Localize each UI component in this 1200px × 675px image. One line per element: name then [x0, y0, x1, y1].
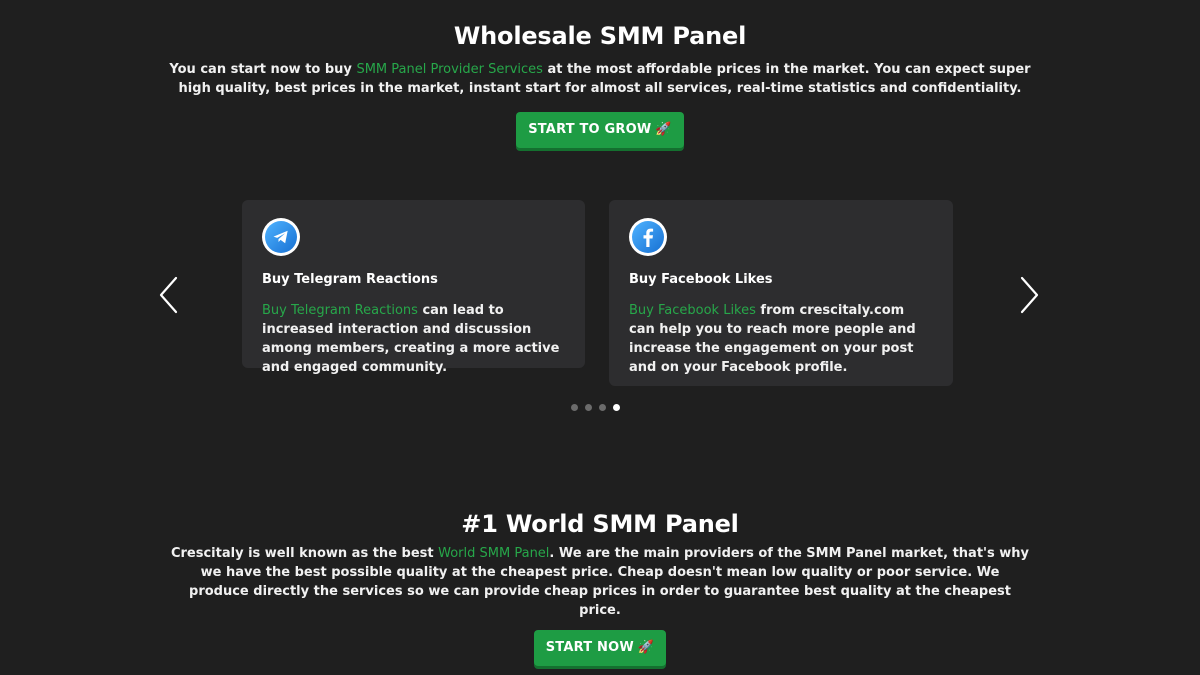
carousel-dot-2[interactable]	[585, 404, 592, 411]
world-text-before: Crescitaly is well known as the best	[170, 546, 439, 561]
buy-facebook-likes-link[interactable]: Buy Facebook Likes	[629, 303, 756, 318]
telegram-icon	[262, 218, 300, 256]
buy-telegram-reactions-link[interactable]: Buy Telegram Reactions	[262, 303, 418, 318]
card-description: Buy Facebook Likes from crescitaly.com c…	[629, 301, 933, 377]
carousel-dot-1[interactable]	[571, 404, 578, 411]
chevron-left-icon[interactable]	[157, 275, 181, 315]
hero-section: Wholesale SMM Panel You can start now to…	[0, 22, 1200, 148]
service-card-telegram[interactable]: Buy Telegram Reactions Buy Telegram Reac…	[242, 200, 585, 375]
start-now-label: START NOW	[545, 640, 634, 655]
hero-description: You can start now to buy SMM Panel Provi…	[160, 60, 1040, 98]
facebook-icon	[629, 218, 667, 256]
world-section: #1 World SMM Panel Crescitaly is well kn…	[0, 510, 1200, 666]
start-to-grow-button[interactable]: START TO GROW 🚀	[516, 112, 684, 148]
service-card-facebook[interactable]: Buy Facebook Likes Buy Facebook Likes fr…	[609, 200, 953, 386]
card-description: Buy Telegram Reactions can lead to incre…	[262, 301, 565, 377]
start-now-button[interactable]: START NOW 🚀	[533, 630, 667, 666]
carousel-pagination	[571, 404, 620, 411]
rocket-icon: 🚀	[637, 640, 655, 655]
carousel-dot-4[interactable]	[613, 404, 620, 411]
world-description: Crescitaly is well known as the best Wor…	[170, 544, 1030, 620]
card-title: Buy Facebook Likes	[629, 272, 773, 287]
world-smm-panel-link[interactable]: World SMM Panel	[438, 546, 549, 561]
carousel-dot-3[interactable]	[599, 404, 606, 411]
hero-title: Wholesale SMM Panel	[453, 22, 747, 50]
start-to-grow-label: START TO GROW	[528, 122, 652, 137]
world-title: #1 World SMM Panel	[461, 510, 739, 538]
chevron-right-icon[interactable]	[1017, 275, 1041, 315]
rocket-icon: 🚀	[655, 122, 672, 137]
hero-text-before: You can start now to buy	[169, 62, 357, 77]
card-title: Buy Telegram Reactions	[262, 272, 438, 287]
smm-panel-provider-link[interactable]: SMM Panel Provider Services	[356, 62, 543, 77]
